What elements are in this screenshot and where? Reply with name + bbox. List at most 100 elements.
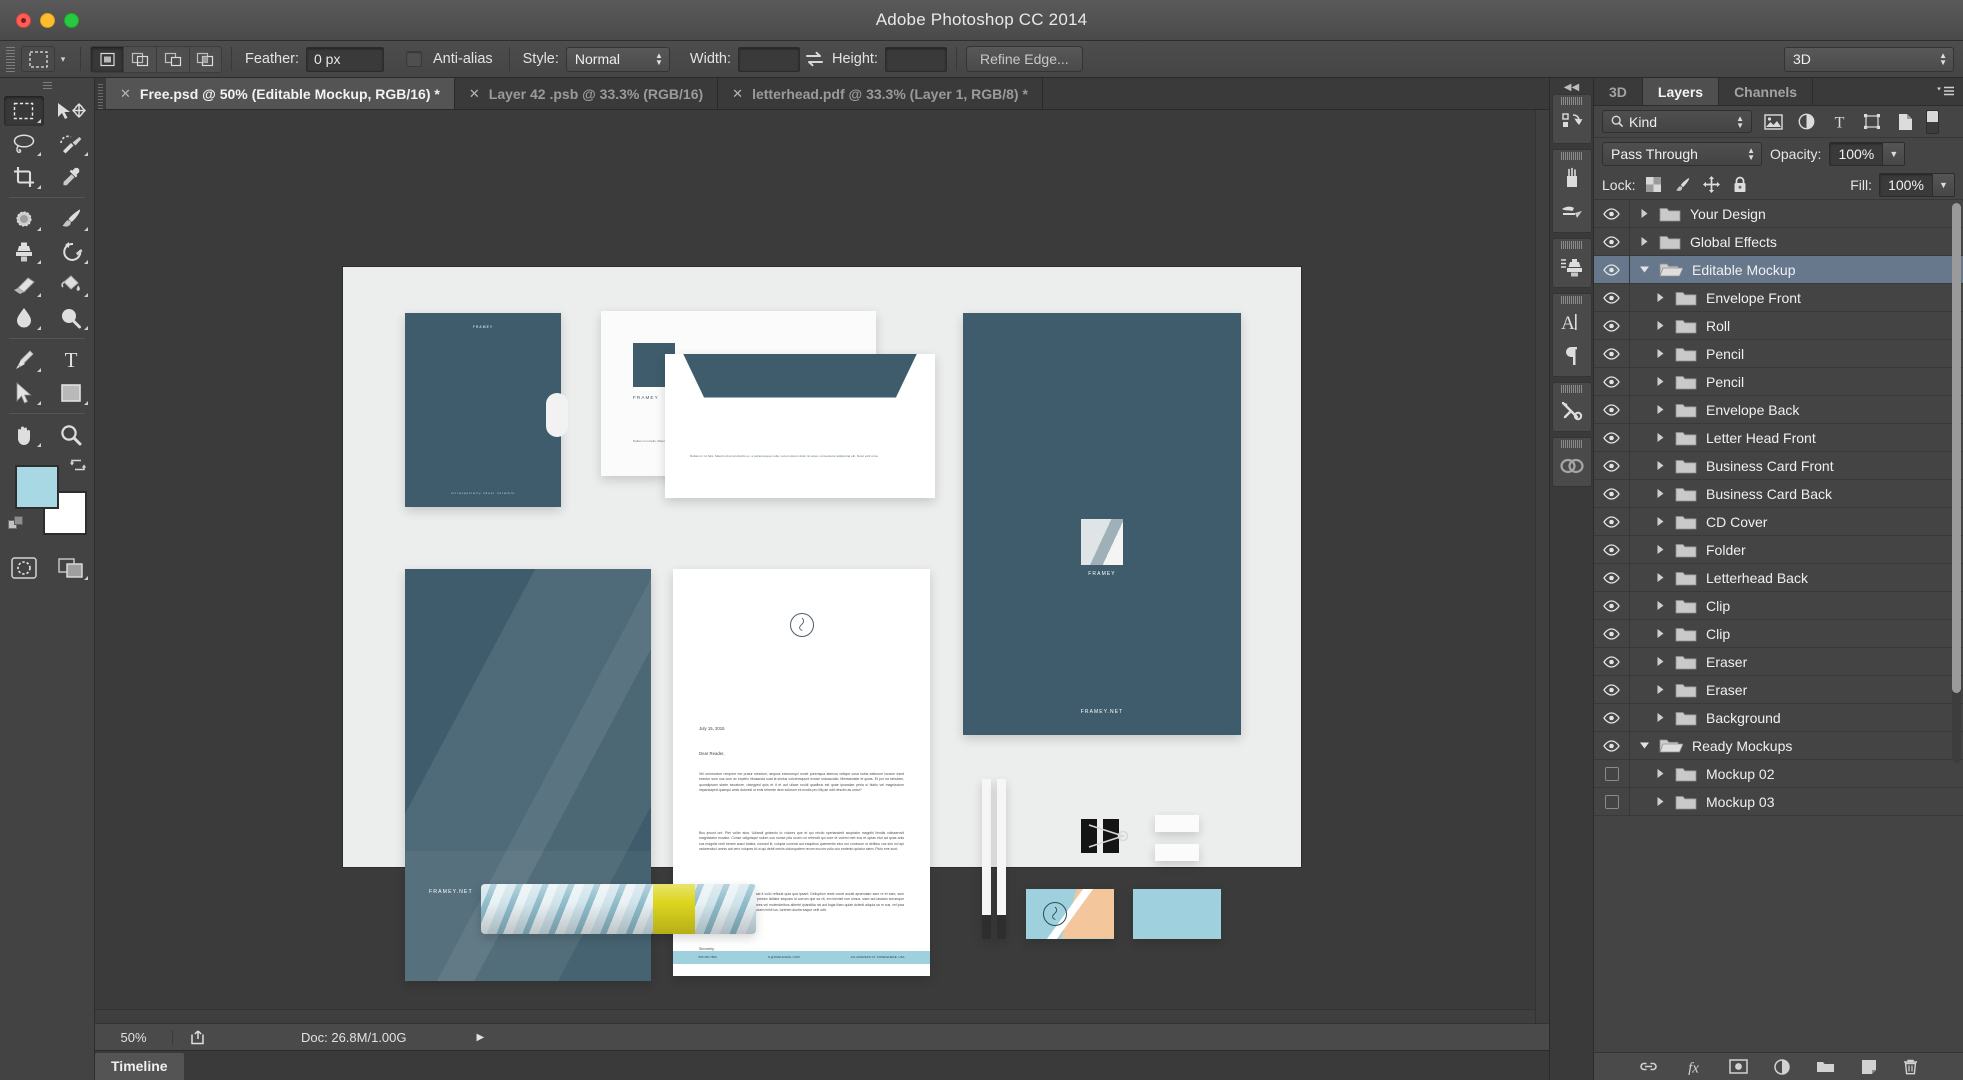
tab-layers[interactable]: Layers bbox=[1642, 78, 1720, 105]
document-info[interactable]: Doc: 26.8M/1.00G ▶ bbox=[223, 1030, 1549, 1045]
layer-visibility-eye-icon[interactable] bbox=[1594, 592, 1630, 619]
lock-transparency-icon[interactable] bbox=[1642, 175, 1664, 195]
document-info-chevron-icon[interactable]: ▶ bbox=[477, 1032, 485, 1043]
layer-mask-icon[interactable] bbox=[1729, 1059, 1748, 1074]
layer-visibility-eye-icon[interactable] bbox=[1594, 480, 1630, 507]
layer-row-roll[interactable]: Roll bbox=[1594, 312, 1963, 340]
paragraph-icon[interactable] bbox=[1553, 339, 1591, 373]
document-tabs-gripper[interactable] bbox=[95, 78, 106, 109]
fill-field[interactable]: 100% ▼ bbox=[1879, 172, 1955, 197]
layer-list-scrollbar[interactable] bbox=[1952, 203, 1961, 763]
layer-row-cd-cover[interactable]: CD Cover bbox=[1594, 508, 1963, 536]
disclosure-triangle-right-icon[interactable] bbox=[1650, 460, 1670, 471]
reset-colors-icon[interactable] bbox=[8, 516, 25, 537]
disclosure-triangle-right-icon[interactable] bbox=[1650, 572, 1670, 583]
disclosure-triangle-right-icon[interactable] bbox=[1650, 544, 1670, 555]
layer-row-business-card-back[interactable]: Business Card Back bbox=[1594, 480, 1963, 508]
tool-paint-bucket[interactable] bbox=[47, 268, 94, 301]
width-input[interactable] bbox=[738, 46, 800, 72]
tool-path-selection[interactable] bbox=[0, 376, 47, 409]
workspace-switcher[interactable]: 3D ▲ ▼ bbox=[1784, 46, 1954, 72]
layer-row-pencil[interactable]: Pencil bbox=[1594, 368, 1963, 396]
tool-clone-stamp[interactable] bbox=[0, 235, 47, 268]
tool-hand[interactable] bbox=[0, 418, 47, 451]
layer-visibility-eye-icon[interactable] bbox=[1594, 452, 1630, 479]
current-tool-marquee-icon[interactable] bbox=[21, 46, 55, 72]
disclosure-triangle-down-icon[interactable] bbox=[1634, 265, 1654, 274]
layer-row-business-card-front[interactable]: Business Card Front bbox=[1594, 452, 1963, 480]
layer-row-your-design[interactable]: Your Design bbox=[1594, 200, 1963, 228]
pixel-filter-icon[interactable] bbox=[1761, 111, 1785, 133]
fill-chevron-down-icon[interactable]: ▼ bbox=[1932, 173, 1954, 196]
add-to-selection-button[interactable] bbox=[123, 45, 156, 73]
layer-style-fx-icon[interactable]: fx bbox=[1684, 1059, 1703, 1075]
layer-visibility-eye-icon[interactable] bbox=[1594, 564, 1630, 591]
feather-input[interactable]: 0 px bbox=[306, 46, 384, 72]
layer-row-clip[interactable]: Clip bbox=[1594, 620, 1963, 648]
disclosure-triangle-right-icon[interactable] bbox=[1650, 432, 1670, 443]
close-tab-icon[interactable]: ✕ bbox=[469, 86, 480, 102]
tool-crop[interactable] bbox=[0, 160, 47, 193]
brushes-icon[interactable] bbox=[1553, 195, 1591, 229]
disclosure-triangle-right-icon[interactable] bbox=[1650, 320, 1670, 331]
layer-visibility-eye-icon[interactable] bbox=[1594, 648, 1630, 675]
canvas-viewport[interactable]: FRAMEY ultraspecialty sheet noratkis FRA… bbox=[95, 110, 1549, 1023]
swap-colors-icon[interactable] bbox=[69, 457, 87, 477]
layer-visibility-eye-icon[interactable] bbox=[1594, 620, 1630, 647]
tool-preset-chevron-down-icon[interactable]: ▾ bbox=[55, 46, 71, 72]
layer-visibility-eye-icon[interactable] bbox=[1594, 396, 1630, 423]
canvas-horizontal-scrollbar[interactable] bbox=[95, 1009, 1535, 1023]
adjustment-layer-icon[interactable] bbox=[1774, 1058, 1790, 1075]
layer-visibility-eye-icon[interactable] bbox=[1594, 704, 1630, 731]
tab-3d[interactable]: 3D bbox=[1594, 78, 1643, 105]
disclosure-triangle-right-icon[interactable] bbox=[1650, 376, 1670, 387]
layer-row-mockup-03[interactable]: Mockup 03 bbox=[1594, 788, 1963, 816]
layer-visibility-eye-icon[interactable] bbox=[1594, 732, 1630, 759]
tool-zoom[interactable] bbox=[47, 418, 94, 451]
disclosure-triangle-right-icon[interactable] bbox=[1650, 656, 1670, 667]
disclosure-triangle-right-icon[interactable] bbox=[1650, 796, 1670, 807]
layer-row-envelope-front[interactable]: Envelope Front bbox=[1594, 284, 1963, 312]
lock-image-icon[interactable] bbox=[1671, 175, 1693, 195]
artboard[interactable]: FRAMEY ultraspecialty sheet noratkis FRA… bbox=[343, 266, 1301, 981]
layer-visibility-eye-icon[interactable] bbox=[1594, 340, 1630, 367]
disclosure-triangle-right-icon[interactable] bbox=[1634, 236, 1654, 247]
refine-edge-button[interactable]: Refine Edge... bbox=[965, 46, 1083, 72]
disclosure-triangle-right-icon[interactable] bbox=[1650, 348, 1670, 359]
minimize-window-button[interactable] bbox=[40, 12, 55, 28]
tab-channels[interactable]: Channels bbox=[1719, 78, 1814, 105]
disclosure-triangle-right-icon[interactable] bbox=[1650, 684, 1670, 695]
tool-brush[interactable] bbox=[47, 202, 94, 235]
layer-row-letter-head-front[interactable]: Letter Head Front bbox=[1594, 424, 1963, 452]
layer-visibility-eye-icon[interactable] bbox=[1594, 312, 1630, 339]
brush-presets-icon[interactable] bbox=[1553, 161, 1591, 195]
canvas-vertical-scrollbar[interactable] bbox=[1535, 110, 1549, 1023]
layer-list[interactable]: Your Design Global Effects Editable Mockup… bbox=[1594, 200, 1963, 1052]
collapse-panels-icon[interactable]: ◀◀ bbox=[1550, 80, 1593, 94]
layer-row-clip[interactable]: Clip bbox=[1594, 592, 1963, 620]
delete-layer-icon[interactable] bbox=[1903, 1059, 1918, 1075]
disclosure-triangle-right-icon[interactable] bbox=[1650, 292, 1670, 303]
swap-width-height-icon[interactable] bbox=[800, 47, 828, 71]
panel-menu-icon[interactable] bbox=[1935, 78, 1963, 105]
tool-screen-mode[interactable] bbox=[47, 551, 94, 584]
document-tab-0[interactable]: ✕ Free.psd @ 50% (Editable Mockup, RGB/1… bbox=[106, 78, 455, 109]
layer-visibility-off-icon[interactable] bbox=[1594, 760, 1630, 787]
type-filter-icon[interactable]: T bbox=[1827, 111, 1851, 133]
blend-mode-select[interactable]: Pass Through ▲ ▼ bbox=[1602, 142, 1762, 166]
tool-quick-selection[interactable] bbox=[47, 127, 94, 160]
clone-source-icon[interactable] bbox=[1553, 250, 1591, 284]
disclosure-triangle-right-icon[interactable] bbox=[1650, 712, 1670, 723]
close-window-button[interactable] bbox=[16, 12, 31, 28]
tool-lasso[interactable] bbox=[0, 127, 47, 160]
layer-visibility-eye-icon[interactable] bbox=[1594, 424, 1630, 451]
layer-visibility-eye-icon[interactable] bbox=[1594, 256, 1630, 283]
layer-visibility-eye-icon[interactable] bbox=[1594, 536, 1630, 563]
filter-kind-select[interactable]: Kind ▲ ▼ bbox=[1602, 110, 1752, 133]
layer-row-pencil[interactable]: Pencil bbox=[1594, 340, 1963, 368]
close-tab-icon[interactable]: ✕ bbox=[732, 86, 743, 102]
tool-spot-healing-brush[interactable] bbox=[0, 202, 47, 235]
tool-history-brush[interactable] bbox=[47, 235, 94, 268]
tool-quick-mask[interactable] bbox=[0, 551, 47, 584]
dock-gripper[interactable] bbox=[1560, 152, 1583, 160]
